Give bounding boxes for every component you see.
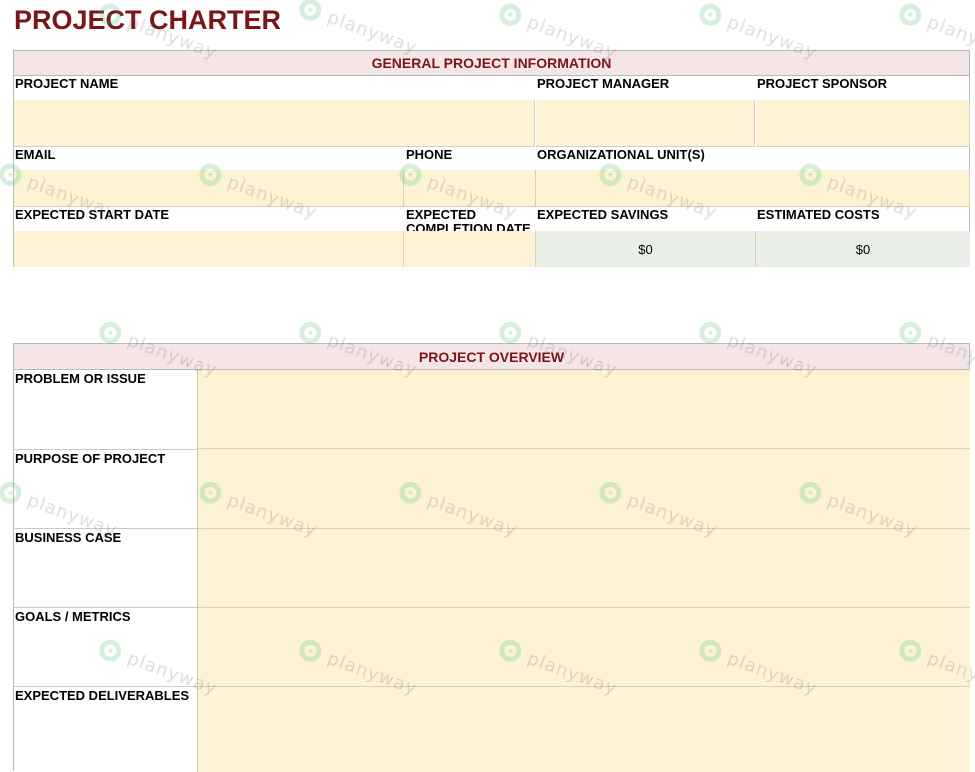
- phone-field[interactable]: [404, 170, 536, 207]
- project-manager-field[interactable]: [536, 100, 755, 147]
- savings-label: EXPECTED SAVINGS: [537, 207, 669, 222]
- purpose-label: PURPOSE OF PROJECT: [15, 451, 166, 466]
- problem-issue-field[interactable]: [198, 370, 970, 449]
- phone-label: PHONE: [406, 147, 453, 162]
- business-case-label: BUSINESS CASE: [15, 530, 122, 545]
- planyway-logo-icon: [496, 0, 525, 29]
- purpose-field[interactable]: [198, 449, 970, 529]
- completion-date-label: EXPECTED COMPLETION DATE: [406, 207, 531, 232]
- project-name-label: PROJECT NAME: [15, 76, 119, 91]
- goals-metrics-field[interactable]: [198, 608, 970, 687]
- org-unit-label: ORGANIZATIONAL UNIT(S): [537, 147, 705, 162]
- expected-savings-value: $0: [536, 231, 756, 267]
- goals-metrics-label: GOALS / METRICS: [15, 609, 131, 624]
- completion-date-field[interactable]: [404, 231, 536, 267]
- overview-row-divider: [14, 607, 197, 608]
- general-info-table: GENERAL PROJECT INFORMATION PROJECT NAME…: [13, 50, 970, 267]
- start-date-label: EXPECTED START DATE: [15, 207, 170, 222]
- project-manager-label: PROJECT MANAGER: [537, 76, 670, 91]
- problem-issue-label: PROBLEM OR ISSUE: [15, 371, 146, 386]
- business-case-field[interactable]: [198, 529, 970, 608]
- costs-label: ESTIMATED COSTS: [757, 207, 880, 222]
- planyway-logo-icon: [696, 0, 725, 29]
- project-sponsor-field[interactable]: [756, 100, 970, 147]
- email-label: EMAIL: [15, 147, 56, 162]
- start-date-field[interactable]: [14, 231, 404, 267]
- deliverables-field[interactable]: [198, 687, 970, 772]
- email-field[interactable]: [14, 170, 404, 207]
- overview-row-divider: [14, 686, 197, 687]
- estimated-costs-value: $0: [756, 231, 970, 267]
- deliverables-label: EXPECTED DELIVERABLES: [15, 688, 190, 703]
- org-unit-field[interactable]: [536, 170, 970, 207]
- project-name-field[interactable]: [14, 100, 535, 147]
- overview-row-divider: [14, 449, 197, 450]
- general-info-header: GENERAL PROJECT INFORMATION: [14, 51, 969, 76]
- overview-row-divider: [14, 528, 197, 529]
- page-title: PROJECT CHARTER: [14, 5, 282, 35]
- project-overview-header: PROJECT OVERVIEW: [14, 344, 969, 370]
- project-sponsor-label: PROJECT SPONSOR: [757, 76, 888, 91]
- planyway-logo-icon: [896, 0, 925, 29]
- planyway-logo-icon: [296, 0, 325, 24]
- project-overview-table: PROJECT OVERVIEW PROBLEM OR ISSUE PURPOS…: [13, 343, 970, 772]
